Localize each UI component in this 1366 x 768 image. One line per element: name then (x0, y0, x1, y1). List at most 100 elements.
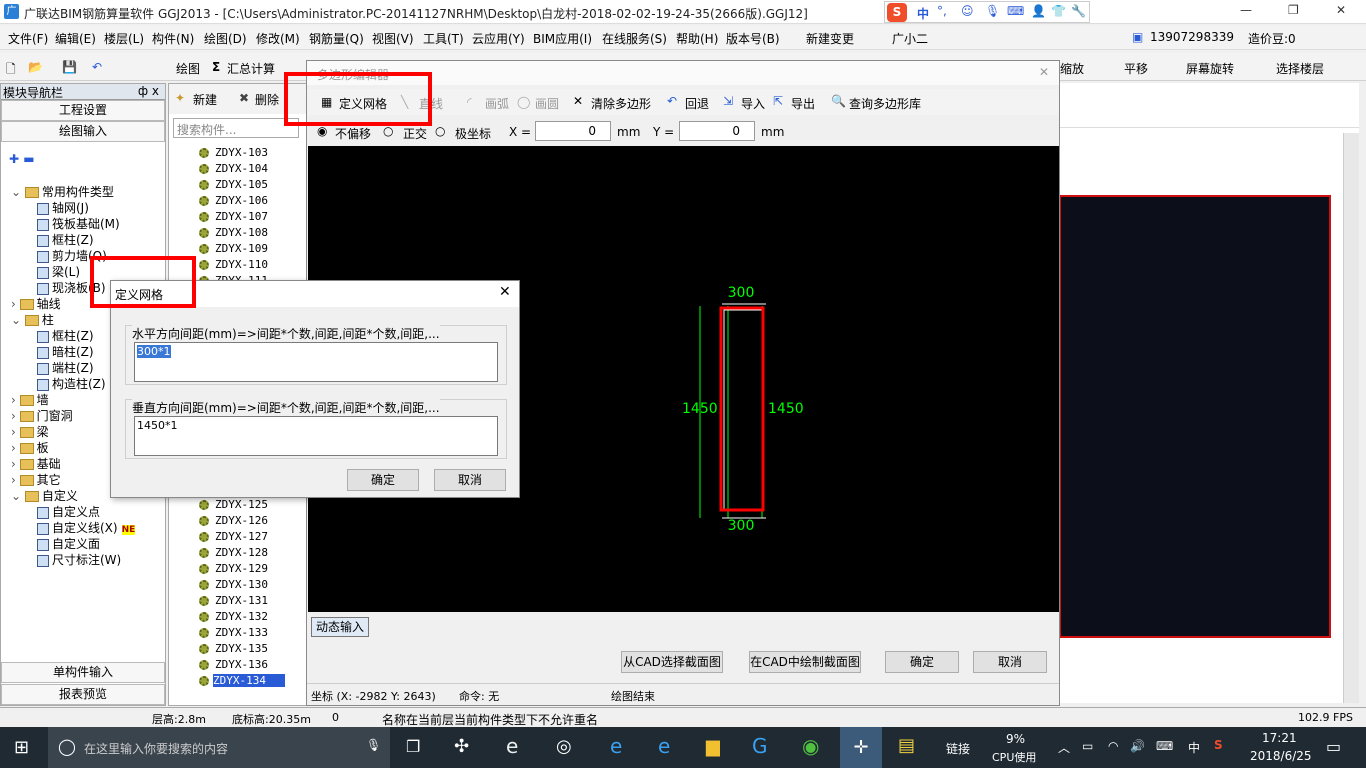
collapse-icon[interactable]: ⌄ (11, 489, 25, 503)
tree-folder[interactable]: ⌄ 柱 (11, 312, 54, 328)
draw-button[interactable]: 绘图 (176, 60, 200, 77)
component-item[interactable]: ZDYX-127 (215, 530, 268, 543)
select-floor-button[interactable]: 选择楼层 (1276, 60, 1324, 77)
component-item[interactable]: ZDYX-129 (215, 562, 268, 575)
dialog-cancel-button[interactable]: 取消 (434, 469, 506, 491)
drawing-input-button[interactable]: 绘图输入 (1, 121, 165, 142)
menu-assistant[interactable]: 广小二 (892, 30, 928, 47)
dialog-close-button[interactable]: ✕ (499, 284, 511, 300)
menu-help[interactable]: 帮助(H) (676, 30, 718, 47)
expand-icon[interactable]: › (11, 425, 20, 439)
menu-file[interactable]: 文件(F) (8, 30, 48, 47)
import-button[interactable]: 导入 (741, 95, 765, 112)
clock-date[interactable]: 2018/6/25 (1250, 749, 1312, 763)
tree-folder[interactable]: › 轴线 (11, 296, 61, 312)
restore-button[interactable]: ❐ (1288, 3, 1299, 17)
horizontal-spacing-input[interactable]: 300*1 (134, 342, 498, 382)
arc-button[interactable]: 画弧 (485, 95, 509, 112)
start-icon[interactable]: ⊞ (14, 737, 29, 758)
tree-folder[interactable]: › 门窗洞 (11, 408, 73, 424)
y-input[interactable]: 0 (679, 121, 755, 141)
component-item[interactable]: ZDYX-135 (215, 642, 268, 655)
taskbar-search-box[interactable]: ◯ 在这里输入你要搜索的内容 🎙 (48, 727, 390, 768)
ortho-radio[interactable]: ○ (383, 124, 393, 138)
x-input[interactable]: 0 (535, 121, 611, 141)
vertical-spacing-input[interactable]: 1450*1 (134, 416, 498, 456)
collapse-icon[interactable]: ⌄ (11, 185, 25, 199)
menu-change[interactable]: 新建变更 (806, 30, 854, 47)
tree-folder[interactable]: › 梁 (11, 424, 49, 440)
component-item[interactable]: ZDYX-130 (215, 578, 268, 591)
tree-item[interactable]: 轴网(J) (37, 200, 89, 216)
ie-icon[interactable]: e (506, 734, 518, 758)
dynamic-input-button[interactable]: 动态输入 (311, 617, 369, 637)
poly-cancel-button[interactable]: 取消 (973, 651, 1047, 673)
tree-item[interactable]: 自定义线(X) NE (37, 520, 136, 536)
tree-item[interactable]: 自定义面 (37, 536, 100, 552)
menu-tools[interactable]: 工具(T) (423, 30, 464, 47)
no-offset-radio[interactable]: ◉ (317, 124, 327, 138)
tree-item[interactable]: 暗柱(Z) (37, 344, 94, 360)
menu-edit[interactable]: 编辑(E) (55, 30, 96, 47)
fan-app-icon[interactable]: ✣ (454, 736, 469, 757)
expand-icon[interactable]: › (11, 441, 20, 455)
main-canvas-area[interactable] (1059, 83, 1359, 703)
tree-item[interactable]: 梁(L) (37, 264, 80, 280)
component-item[interactable]: ZDYX-108 (215, 226, 268, 239)
export-button[interactable]: 导出 (791, 95, 815, 112)
menu-online[interactable]: 在线服务(S) (602, 30, 667, 47)
task-view-icon[interactable]: ❐ (406, 737, 420, 756)
poly-close-button[interactable]: ✕ (1039, 65, 1049, 79)
save-icon[interactable]: 💾 (62, 60, 77, 74)
menu-floor[interactable]: 楼层(L) (104, 30, 144, 47)
report-preview-button[interactable]: 报表预览 (1, 684, 165, 705)
tree-item[interactable]: 端柱(Z) (37, 360, 94, 376)
minimize-button[interactable]: — (1240, 3, 1252, 17)
browser-icon[interactable]: ◎ (556, 736, 572, 757)
project-settings-button[interactable]: 工程设置 (1, 100, 165, 121)
clear-polygon-button[interactable]: 清除多边形 (591, 95, 651, 112)
tree-item[interactable]: 框柱(Z) (37, 328, 94, 344)
link-label[interactable]: 链接 (946, 740, 970, 757)
sum-button[interactable]: 汇总计算 (227, 60, 275, 77)
expand-icon[interactable]: › (11, 393, 20, 407)
tree-folder[interactable]: ⌄ 自定义 (11, 488, 78, 504)
edge-icon[interactable]: e (610, 734, 622, 758)
tree-item[interactable]: 尺寸标注(W) (37, 552, 121, 568)
expand-icon[interactable]: › (11, 473, 20, 487)
tree-folder[interactable]: › 板 (11, 440, 49, 456)
poly-ok-button[interactable]: 确定 (885, 651, 959, 673)
ime-toolbar[interactable]: S 中 °, ☺ 🎙 ⌨ 👤 👕 🔧 (884, 1, 1090, 23)
expand-icon[interactable]: › (11, 457, 20, 471)
expand-icon[interactable]: › (11, 297, 20, 311)
tray-ime[interactable]: 中 (1188, 739, 1200, 756)
ie2-icon[interactable]: e (658, 734, 670, 758)
component-item[interactable]: ZDYX-136 (215, 658, 268, 671)
coins-label[interactable]: 造价豆:0 (1248, 30, 1296, 47)
component-item[interactable]: ZDYX-132 (215, 610, 268, 623)
tree-item[interactable]: 筏板基础(M) (37, 216, 120, 232)
component-item[interactable]: ZDYX-106 (215, 194, 268, 207)
cad-select-button[interactable]: 从CAD选择截面图 (621, 651, 723, 673)
component-item[interactable]: ZDYX-133 (215, 626, 268, 639)
tree-folder[interactable]: ⌄ 常用构件类型 (11, 184, 114, 200)
component-item[interactable]: ZDYX-134 (213, 674, 285, 687)
notification-icon[interactable]: ▭ (1326, 737, 1341, 756)
nav-expand-icon[interactable]: ✚ ▬ (9, 152, 35, 166)
component-item[interactable]: ZDYX-104 (215, 162, 268, 175)
delete-component-button[interactable]: 删除 (255, 91, 279, 108)
active-app-icon[interactable]: ✛ (840, 727, 882, 768)
menu-cloud[interactable]: 云应用(Y) (472, 30, 525, 47)
undo-icon[interactable]: ↶ (92, 60, 102, 74)
component-item[interactable]: ZDYX-110 (215, 258, 268, 271)
component-item[interactable]: ZDYX-125 (215, 498, 268, 511)
undo-button[interactable]: 回退 (685, 95, 709, 112)
green-app-icon[interactable]: ◉ (802, 734, 819, 758)
circle-button[interactable]: 画圆 (535, 95, 559, 112)
menu-component[interactable]: 构件(N) (152, 30, 194, 47)
cad-draw-button[interactable]: 在CAD中绘制截面图 (749, 651, 861, 673)
menu-draw[interactable]: 绘图(D) (204, 30, 247, 47)
tree-item[interactable]: 框柱(Z) (37, 232, 94, 248)
new-component-button[interactable]: 新建 (193, 91, 217, 108)
menu-view[interactable]: 视图(V) (372, 30, 414, 47)
